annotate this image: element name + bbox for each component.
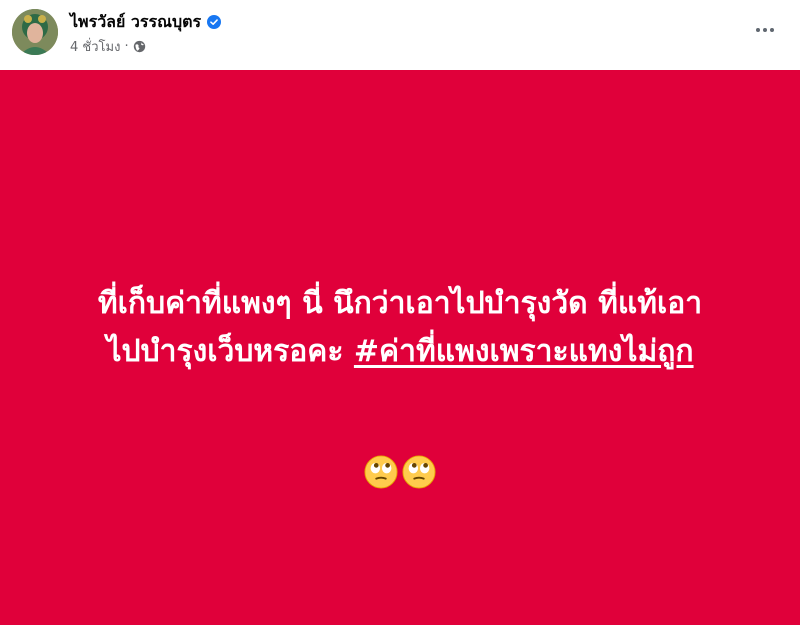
post-text: ที่เก็บค่าที่แพงๆ นี่ นึกว่าเอาไปบำรุงวั… (20, 280, 780, 376)
post-text-line-2: ไปบำรุงเว็บหรอคะ #ค่าที่แพงเพราะแทงไม่ถู… (20, 328, 780, 376)
more-dot (756, 28, 760, 32)
author-avatar[interactable] (12, 9, 58, 55)
post-header: ไพรวัลย์ วรรณบุตร 4 ชั่วโมง · (0, 0, 800, 70)
post-text-line-2-prefix: ไปบำรุงเว็บหรอคะ (106, 334, 354, 369)
rolling-eyes-emoji-icon (364, 455, 398, 489)
more-dot (763, 28, 767, 32)
emoji-row (0, 455, 800, 495)
hashtag-link[interactable]: #ค่าที่แพงเพราะแทงไม่ถูก (354, 334, 694, 369)
meta-separator: · (124, 38, 129, 54)
more-dot (770, 28, 774, 32)
rolling-eyes-emoji-icon (402, 455, 436, 489)
post-meta: 4 ชั่วโมง · (70, 37, 146, 55)
author-row: ไพรวัลย์ วรรณบุตร (70, 11, 222, 33)
post-text-card: ที่เก็บค่าที่แพงๆ นี่ นึกว่าเอาไปบำรุงวั… (0, 70, 800, 625)
post-timestamp[interactable]: 4 ชั่วโมง (70, 36, 120, 57)
verified-badge-icon (207, 15, 222, 29)
author-name[interactable]: ไพรวัลย์ วรรณบุตร (70, 12, 201, 32)
post-text-line-1: ที่เก็บค่าที่แพงๆ นี่ นึกว่าเอาไปบำรุงวั… (97, 286, 703, 321)
more-options-button[interactable] (750, 18, 780, 42)
globe-icon[interactable] (133, 40, 146, 53)
